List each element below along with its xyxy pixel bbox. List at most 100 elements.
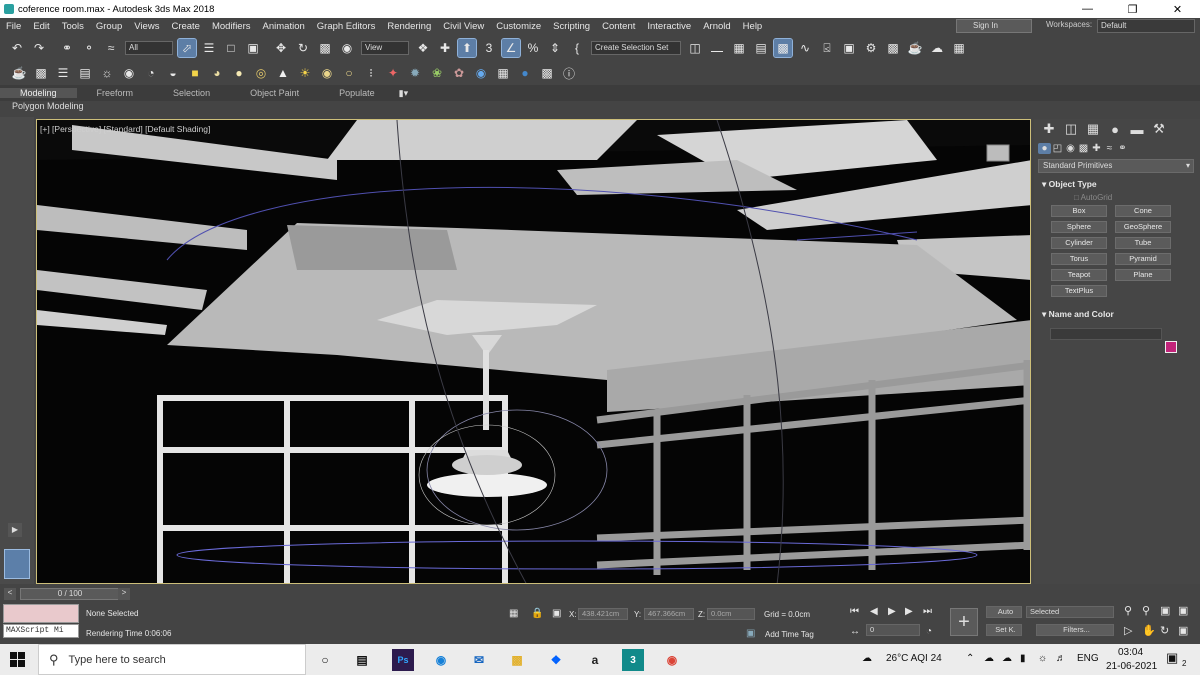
minimize-button[interactable]: — [1065, 0, 1110, 18]
camera-icon[interactable]: ◉ [120, 64, 138, 82]
teapot-button[interactable]: Teapot [1051, 269, 1107, 281]
language-indicator[interactable]: ENG [1077, 653, 1099, 664]
angle-snap-icon[interactable]: ∠ [501, 38, 521, 58]
undo-icon[interactable]: ↶ [8, 39, 26, 57]
key-filter-selected-dropdown[interactable]: Selected [1026, 606, 1114, 618]
box-button[interactable]: Box [1051, 205, 1107, 217]
battery-icon[interactable]: ▮ [1020, 653, 1026, 664]
clock-date[interactable]: 21-06-2021 [1106, 661, 1157, 672]
object-color-swatch[interactable] [1165, 341, 1177, 353]
maxscript-listener[interactable] [3, 604, 79, 623]
menu-content[interactable]: Content [596, 21, 641, 32]
cloth-icon[interactable]: ✿ [450, 64, 468, 82]
material-icon[interactable]: ● [516, 64, 534, 82]
x-coordinate-field[interactable]: 438.421cm [578, 608, 628, 620]
render-in-cloud-icon[interactable]: ☁ [928, 39, 946, 57]
orbit-icon[interactable]: ↻ [1160, 624, 1169, 637]
task-view-icon[interactable]: ▤ [351, 649, 373, 671]
windows-start-icon[interactable] [10, 652, 25, 667]
menu-create[interactable]: Create [165, 21, 206, 32]
time-tag-icon[interactable]: ▣ [746, 628, 755, 639]
menu-file[interactable]: File [0, 21, 27, 32]
asset-icon[interactable]: ▩ [538, 64, 556, 82]
render-production-icon[interactable]: ☕ [906, 39, 924, 57]
material-editor-icon[interactable]: ▣ [840, 39, 858, 57]
systems-icon[interactable]: ⚭ [1116, 143, 1129, 154]
plane-button[interactable]: Plane [1115, 269, 1171, 281]
weather-text[interactable]: 26°C AQI 24 [886, 653, 942, 664]
toggle-layer-explorer-icon[interactable]: ▤ [752, 39, 770, 57]
menu-customize[interactable]: Customize [490, 21, 547, 32]
sphere-button[interactable]: Sphere [1051, 221, 1107, 233]
render-setup-icon[interactable]: ⚙ [862, 39, 880, 57]
zoom-icon[interactable]: ⚲ [1124, 604, 1132, 617]
photoshop-icon[interactable]: Ps [392, 649, 414, 671]
cylinder-icon[interactable]: ◉ [318, 64, 336, 82]
menu-arnold[interactable]: Arnold [697, 21, 736, 32]
keyboard-shortcut-override-icon[interactable]: ⬆ [457, 38, 477, 58]
reference-coordinate-dropdown[interactable]: View [361, 41, 409, 55]
torus-icon[interactable]: ◎ [252, 64, 270, 82]
tab-selection[interactable]: Selection [153, 88, 230, 98]
current-frame-field[interactable]: 0 [866, 624, 920, 636]
pan-hand-icon[interactable]: ✋ [1142, 624, 1156, 637]
spinner-snap-icon[interactable]: ⇕ [546, 39, 564, 57]
spacewarps-icon[interactable]: ≈ [1103, 143, 1116, 154]
schematic-view-icon[interactable]: ⍃ [818, 39, 836, 57]
perspective-viewport[interactable]: [+] [Perspective] [Standard] [Default Sh… [36, 119, 1031, 584]
chrome-icon[interactable]: ◉ [661, 649, 683, 671]
close-button[interactable]: ✕ [1155, 0, 1200, 18]
network-status-icon[interactable]: ☁ [984, 653, 994, 664]
y-coordinate-field[interactable]: 467.366cm [644, 608, 694, 620]
lights-icon[interactable]: ◉ [1064, 143, 1077, 154]
network-icon[interactable]: ▦ [494, 64, 512, 82]
cameras-icon[interactable]: ▩ [1077, 143, 1090, 154]
primitive-type-dropdown[interactable]: Standard Primitives ▾ [1038, 159, 1194, 173]
dropbox-icon[interactable]: ❖ [545, 649, 567, 671]
play-icon[interactable]: ▶ [888, 606, 896, 617]
helpers-icon[interactable]: ✚ [1090, 143, 1103, 154]
toggle-ribbon-icon[interactable]: ▩ [773, 38, 793, 58]
box-icon[interactable]: ■ [186, 64, 204, 82]
paint-icon[interactable]: ✦ [384, 64, 402, 82]
mail-icon[interactable]: ✉ [468, 649, 490, 671]
motion-tab-icon[interactable]: ● [1104, 122, 1126, 137]
file-explorer-icon[interactable]: ▩ [506, 649, 528, 671]
dome-icon[interactable]: ◕ [208, 64, 226, 82]
utilities-tab-icon[interactable]: ⚒ [1148, 121, 1170, 137]
sphere-icon[interactable]: ● [230, 64, 248, 82]
select-object-icon[interactable]: ⬀ [177, 38, 197, 58]
absolute-mode-icon[interactable]: ▣ [552, 608, 561, 619]
unlink-icon[interactable]: ⚬ [80, 39, 98, 57]
select-by-name-icon[interactable]: ☰ [200, 39, 218, 57]
menu-civil-view[interactable]: Civil View [437, 21, 490, 32]
expand-arrow-icon[interactable]: ▶ [8, 523, 22, 537]
torus-button[interactable]: Torus [1051, 253, 1107, 265]
menu-tools[interactable]: Tools [56, 21, 90, 32]
3dsmax-taskbar-icon[interactable]: 3 [622, 649, 644, 671]
placement-icon[interactable]: ◉ [338, 39, 356, 57]
auto-key-button[interactable]: Auto [986, 606, 1022, 618]
scale-icon[interactable]: ▩ [316, 39, 334, 57]
create-key-button[interactable]: + [950, 608, 978, 636]
maximize-viewport-icon[interactable]: ▣ [1178, 624, 1188, 637]
tab-object-paint[interactable]: Object Paint [230, 88, 319, 98]
viewport-label[interactable]: [+] [Perspective] [Standard] [Default Sh… [40, 124, 210, 134]
amazon-icon[interactable]: a [584, 649, 606, 671]
align-icon[interactable]: ⎼ [708, 39, 726, 57]
workspace-dropdown[interactable]: Default [1097, 19, 1195, 33]
viewport-layout-tab[interactable] [4, 549, 30, 579]
helper-icon[interactable]: ◔ [142, 64, 160, 82]
menu-animation[interactable]: Animation [257, 21, 311, 32]
list-icon[interactable]: ☰ [54, 64, 72, 82]
prev-key-icon[interactable]: ◀ [870, 606, 878, 617]
snaps-toggle-icon[interactable]: 3 [480, 39, 498, 57]
cortana-icon[interactable]: ○ [314, 649, 336, 671]
rendered-frame-window-icon[interactable]: ▩ [884, 39, 902, 57]
tube-button[interactable]: Tube [1115, 237, 1171, 249]
autogrid-checkbox[interactable]: □ AutoGrid [1034, 193, 1200, 202]
cone-icon[interactable]: ▲ [274, 64, 292, 82]
menu-interactive[interactable]: Interactive [641, 21, 697, 32]
name-and-color-rollout[interactable]: ▾ Name and Color [1038, 309, 1196, 320]
goto-start-icon[interactable]: ⏮ [850, 606, 859, 617]
